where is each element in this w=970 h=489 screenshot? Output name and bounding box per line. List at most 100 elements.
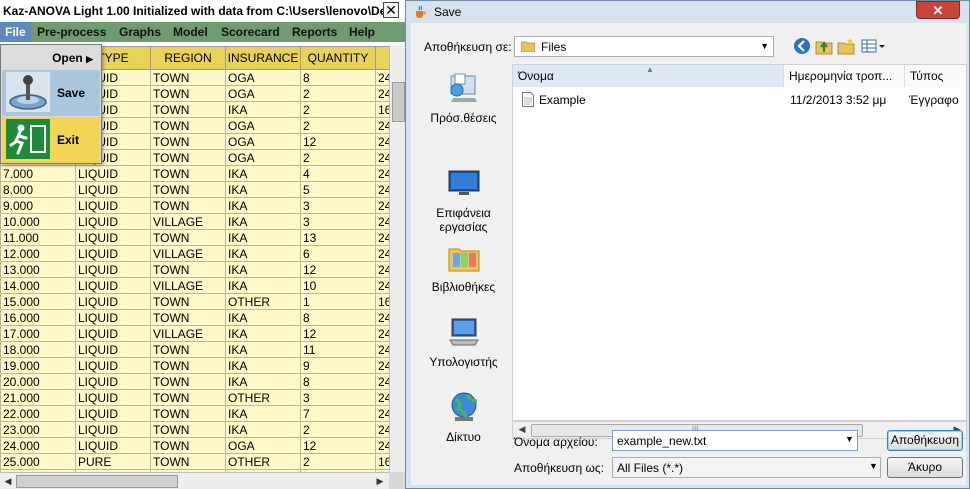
cell-region[interactable]: TOWN [150, 293, 226, 310]
cell-id[interactable]: 15.000 [0, 293, 76, 310]
cell-quantity[interactable]: 9 [300, 357, 376, 374]
cell-region[interactable]: TOWN [150, 133, 226, 150]
cell-type[interactable]: LIQUID [75, 293, 151, 310]
cell-region[interactable]: TOWN [150, 149, 226, 166]
cell-insurance[interactable]: IKA [225, 277, 301, 294]
cell-type[interactable]: LIQUID [75, 229, 151, 246]
look-in-combo[interactable]: Files ▼ [514, 36, 774, 57]
cell-quantity[interactable]: 2 [300, 101, 376, 118]
cell-region[interactable]: TOWN [150, 437, 226, 454]
cell-quantity[interactable]: 11 [300, 341, 376, 358]
table-row[interactable]: 16.000 LIQUID TOWN IKA 8 24 [0, 309, 395, 326]
cell-id[interactable]: 14.000 [0, 277, 76, 294]
cell-insurance[interactable]: OGA [225, 85, 301, 102]
column-header-date[interactable]: Ημερομηνία τροπ... [784, 65, 905, 87]
cell-quantity[interactable]: 12 [300, 133, 376, 150]
cell-type[interactable]: LIQUID [75, 421, 151, 438]
cell-id[interactable]: 7.000 [0, 165, 76, 182]
save-button[interactable]: Αποθήκευση [887, 430, 963, 451]
chevron-down-icon[interactable]: ▼ [869, 461, 878, 471]
cell-id[interactable]: 21.000 [0, 389, 76, 406]
cell-id[interactable]: 19.000 [0, 357, 76, 374]
cell-id[interactable]: 8.000 [0, 181, 76, 198]
cell-region[interactable]: TOWN [150, 373, 226, 390]
menu-item-exit[interactable]: Exit [2, 117, 100, 163]
dialog-close-button[interactable]: ✕ [916, 1, 960, 19]
cell-id[interactable]: 22.000 [0, 405, 76, 422]
cell-insurance[interactable]: IKA [225, 213, 301, 230]
scroll-left-arrow-icon[interactable]: ◀ [515, 424, 529, 435]
column-header-quantity[interactable]: QUANTITY [300, 46, 376, 70]
dialog-title-bar[interactable]: Save ✕ [406, 1, 970, 23]
app-close-button[interactable]: ✕ [383, 2, 399, 18]
menu-item-save[interactable]: Save [2, 70, 100, 116]
cell-region[interactable]: TOWN [150, 421, 226, 438]
cell-id[interactable]: 17.000 [0, 325, 76, 342]
cell-quantity[interactable]: 12 [300, 261, 376, 278]
cell-id[interactable]: 24.000 [0, 437, 76, 454]
cell-id[interactable]: 9.000 [0, 197, 76, 214]
cell-insurance[interactable]: IKA [225, 405, 301, 422]
cell-type[interactable]: LIQUID [75, 277, 151, 294]
table-row[interactable]: 25.000 PURE TOWN OTHER 2 16 [0, 453, 395, 470]
cell-quantity[interactable]: 6 [300, 245, 376, 262]
table-row[interactable]: 10.000 LIQUID VILLAGE IKA 3 24 [0, 213, 395, 230]
cell-quantity[interactable]: 7 [300, 405, 376, 422]
grid-vertical-scroll-thumb[interactable] [392, 82, 405, 122]
cell-type[interactable]: LIQUID [75, 213, 151, 230]
cell-insurance[interactable]: IKA [225, 325, 301, 342]
cell-insurance[interactable]: IKA [225, 181, 301, 198]
cell-id[interactable]: 16.000 [0, 309, 76, 326]
table-row[interactable]: 22.000 LIQUID TOWN IKA 7 24 [0, 405, 395, 422]
cell-quantity[interactable]: 12 [300, 437, 376, 454]
cell-region[interactable]: TOWN [150, 229, 226, 246]
menu-reports[interactable]: Reports [287, 22, 342, 42]
cell-insurance[interactable]: OTHER [225, 293, 301, 310]
table-row[interactable]: 14.000 LIQUID VILLAGE IKA 10 24 [0, 277, 395, 294]
cell-region[interactable]: TOWN [150, 405, 226, 422]
cell-region[interactable]: TOWN [150, 261, 226, 278]
cell-quantity[interactable]: 10 [300, 277, 376, 294]
grid-vertical-scrollbar[interactable] [389, 46, 405, 472]
menu-file[interactable]: File [0, 22, 31, 42]
cell-quantity[interactable]: 1 [300, 293, 376, 310]
cell-insurance[interactable]: IKA [225, 197, 301, 214]
table-row[interactable]: 23.000 LIQUID TOWN IKA 2 24 [0, 421, 395, 438]
cell-id[interactable]: 18.000 [0, 341, 76, 358]
cell-type[interactable]: PURE [75, 453, 151, 470]
cell-type[interactable]: LIQUID [75, 405, 151, 422]
table-row[interactable]: 18.000 LIQUID TOWN IKA 11 24 [0, 341, 395, 358]
view-menu-icon[interactable] [861, 37, 887, 55]
cell-quantity[interactable]: 13 [300, 229, 376, 246]
cell-insurance[interactable]: IKA [225, 101, 301, 118]
cell-quantity[interactable]: 2 [300, 85, 376, 102]
table-row[interactable]: 13.000 LIQUID TOWN IKA 12 24 [0, 261, 395, 278]
place-recent[interactable]: Πρόσ.θέσεις [416, 72, 511, 125]
cell-insurance[interactable]: IKA [225, 229, 301, 246]
column-header-insurance[interactable]: INSURANCE [225, 46, 301, 70]
cell-region[interactable]: TOWN [150, 341, 226, 358]
cell-insurance[interactable]: IKA [225, 373, 301, 390]
cell-id[interactable]: 20.000 [0, 373, 76, 390]
scroll-right-arrow-icon[interactable]: ▶ [373, 474, 387, 488]
cell-insurance[interactable]: IKA [225, 357, 301, 374]
cell-insurance[interactable]: OGA [225, 437, 301, 454]
cancel-button[interactable]: Άκυρο [887, 457, 963, 478]
table-row[interactable]: 24.000 LIQUID TOWN OGA 12 24 [0, 437, 395, 454]
cell-id[interactable]: 23.000 [0, 421, 76, 438]
cell-region[interactable]: TOWN [150, 181, 226, 198]
cell-insurance[interactable]: IKA [225, 245, 301, 262]
table-row[interactable]: 19.000 LIQUID TOWN IKA 9 24 [0, 357, 395, 374]
cell-quantity[interactable]: 8 [300, 373, 376, 390]
cell-type[interactable]: LIQUID [75, 181, 151, 198]
cell-insurance[interactable]: IKA [225, 165, 301, 182]
cell-id[interactable]: 13.000 [0, 261, 76, 278]
cell-id[interactable]: 10.000 [0, 213, 76, 230]
cell-region[interactable]: TOWN [150, 453, 226, 470]
cell-type[interactable]: LIQUID [75, 245, 151, 262]
cell-quantity[interactable]: 12 [300, 325, 376, 342]
cell-quantity[interactable]: 4 [300, 165, 376, 182]
cell-insurance[interactable]: IKA [225, 421, 301, 438]
cell-region[interactable]: TOWN [150, 357, 226, 374]
table-row[interactable]: 7.000 LIQUID TOWN IKA 4 24 [0, 165, 395, 182]
